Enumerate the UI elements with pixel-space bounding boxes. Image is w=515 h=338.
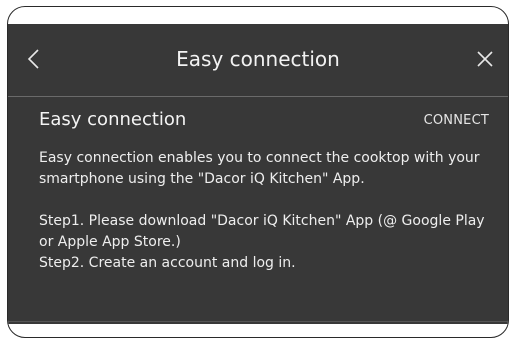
description-paragraph: Easy connection enables you to connect t… [39, 150, 480, 187]
connect-button[interactable]: CONNECT [424, 111, 489, 131]
page-title: Easy connection [176, 47, 340, 71]
section-title: Easy connection [39, 109, 187, 130]
app-screen: Easy connection Easy connection CONNECT … [8, 24, 508, 324]
header-divider [8, 96, 508, 97]
step-2-text: Step2. Create an account and log in. [39, 255, 296, 271]
step-1-text: Step1. Please download "Dacor iQ Kitchen… [39, 213, 485, 250]
bottom-divider [8, 321, 508, 322]
back-button[interactable] [18, 42, 52, 76]
description-text: Easy connection enables you to connect t… [39, 148, 494, 274]
close-icon [477, 51, 493, 67]
header-bar: Easy connection [8, 24, 508, 94]
close-button[interactable] [468, 42, 502, 76]
device-frame: Easy connection Easy connection CONNECT … [7, 6, 509, 338]
chevron-left-icon [27, 49, 39, 69]
